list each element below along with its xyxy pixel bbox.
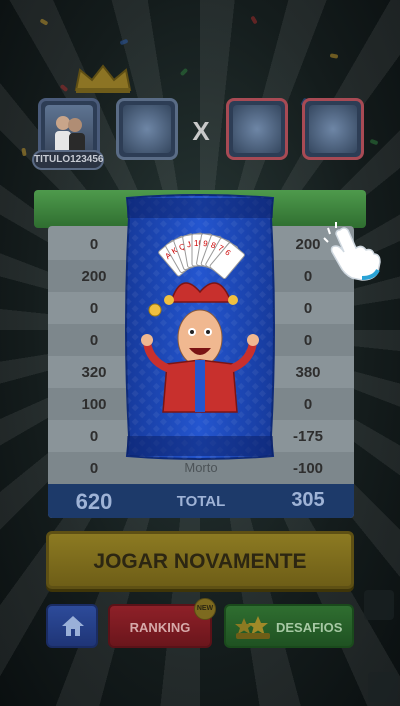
partner-avatar — [116, 98, 178, 160]
team-left-total: 620 — [75, 489, 113, 514]
total-row: 620 TOTAL 305 — [48, 484, 354, 518]
total-label: TOTAL — [176, 493, 226, 510]
player-name: TITULO123456 — [32, 150, 104, 170]
play-again-button[interactable]: JOGAR NOVAMENTE — [46, 531, 354, 589]
team-right-total: 305 — [291, 489, 325, 511]
crown-icon — [74, 64, 132, 93]
side-icon — [368, 672, 398, 702]
opponent-avatar-2 — [302, 98, 364, 160]
stars-icon — [235, 616, 270, 639]
team-left-score: 0 — [89, 460, 99, 477]
ranking-label: RANKING — [129, 620, 191, 635]
side-icon — [364, 590, 394, 620]
new-badge: NEW — [194, 598, 216, 620]
desafios-label: DESAFIOS — [276, 620, 343, 635]
play-again-label: JOGAR NOVAMENTE — [93, 550, 307, 573]
tap-hand-icon — [323, 222, 381, 281]
desafios-button[interactable]: DESAFIOS — [224, 604, 354, 648]
row-label-morto: Morto — [184, 460, 218, 475]
versus-label: X — [192, 116, 210, 146]
card-pack[interactable]: A K Q J 10 9 8 7 6 — [121, 192, 279, 462]
home-icon — [62, 616, 84, 636]
opponent-avatar-1 — [226, 98, 288, 160]
team-right-score: -100 — [292, 460, 324, 477]
home-button[interactable] — [46, 604, 98, 648]
